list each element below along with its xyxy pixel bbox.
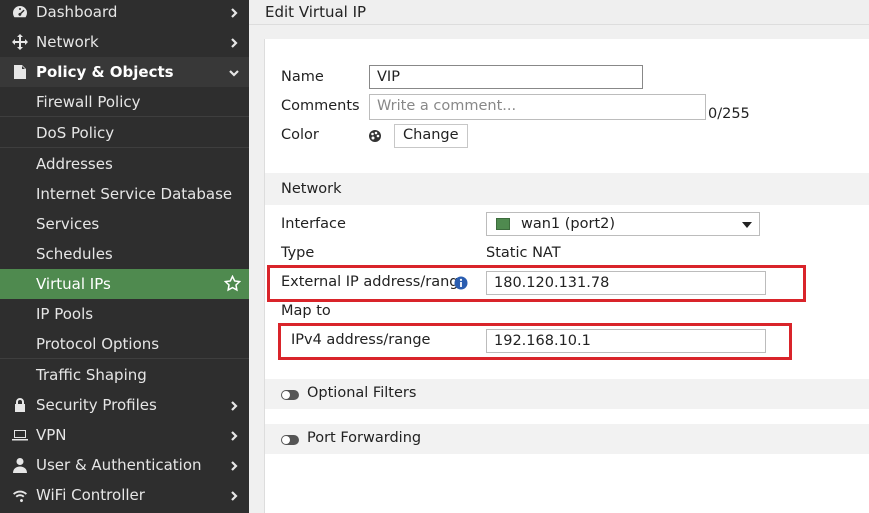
external-ip-input[interactable]: 180.120.131.78 (486, 271, 766, 295)
sidebar-item-user-authentication[interactable]: User & Authentication (0, 450, 249, 480)
network-icon (11, 33, 29, 51)
sidebar-item-ip-pools[interactable]: IP Pools (0, 299, 249, 329)
dashboard-icon (11, 3, 29, 21)
sidebar-item-internet-service-database[interactable]: Internet Service Database (0, 179, 249, 209)
sidebar-item-traffic-shaping[interactable]: Traffic Shaping (0, 360, 249, 390)
sidebar-item-firewall-policy[interactable]: Firewall Policy (0, 87, 249, 117)
sidebar-item-label: WiFi Controller (36, 486, 145, 504)
chevron-down-icon (228, 65, 240, 77)
star-icon[interactable] (223, 274, 242, 293)
sidebar-item-network[interactable]: Network (0, 27, 249, 57)
optional-filters-toggle[interactable] (281, 390, 299, 400)
sidebar-item-label: Addresses (36, 155, 113, 173)
comments-count: 0/255 (708, 106, 750, 122)
sidebar-item-label: IP Pools (36, 305, 94, 323)
color-change-button[interactable]: Change (394, 124, 468, 148)
user-icon (11, 456, 29, 474)
type-value: Static NAT (486, 245, 561, 261)
interface-label: Interface (281, 216, 346, 232)
optional-filters-section[interactable]: Optional Filters (265, 379, 869, 409)
chevron-right-icon (228, 398, 240, 411)
sidebar-item-vpn[interactable]: VPN (0, 420, 249, 450)
dropdown-caret-icon (742, 222, 752, 228)
sidebar-item-virtual-ips[interactable]: Virtual IPs (0, 269, 249, 299)
sidebar-item-schedules[interactable]: Schedules (0, 239, 249, 269)
policy-objects-icon (11, 63, 29, 81)
main-content: Edit Virtual IP Name VIP Comments Write … (249, 0, 869, 513)
page-header: Edit Virtual IP (249, 0, 869, 25)
wifi-icon (11, 486, 29, 504)
sidebar-item-services[interactable]: Services (0, 209, 249, 239)
edit-form-panel: Name VIP Comments Write a comment... 0/2… (264, 39, 869, 513)
sidebar-item-security-profiles[interactable]: Security Profiles (0, 390, 249, 420)
port-forwarding-section[interactable]: Port Forwarding (265, 424, 869, 454)
sidebar-item-dos-policy[interactable]: DoS Policy (0, 118, 249, 148)
comments-textarea[interactable]: Write a comment... (369, 94, 706, 120)
chevron-right-icon (228, 488, 240, 501)
sidebar-item-label: Policy & Objects (36, 63, 174, 81)
sidebar-item-wifi-controller[interactable]: WiFi Controller (0, 480, 249, 510)
chevron-right-icon (228, 5, 240, 18)
sidebar-item-label: Traffic Shaping (36, 366, 147, 384)
port-forwarding-label: Port Forwarding (307, 430, 422, 446)
sidebar-item-label: Network (36, 33, 99, 51)
color-label: Color (281, 127, 319, 143)
chevron-right-icon (228, 35, 240, 48)
sidebar: Dashboard Network Policy & Objects Firew… (0, 0, 249, 513)
interface-port-icon (496, 218, 510, 230)
sidebar-item-label: Schedules (36, 245, 113, 263)
optional-filters-label: Optional Filters (307, 385, 417, 401)
interface-select[interactable]: wan1 (port2) (486, 212, 760, 236)
sidebar-item-label: User & Authentication (36, 456, 202, 474)
sidebar-item-addresses[interactable]: Addresses (0, 149, 249, 179)
sidebar-item-dashboard[interactable]: Dashboard (0, 0, 249, 27)
sidebar-item-label: VPN (36, 426, 67, 444)
sidebar-item-label: Internet Service Database (36, 185, 233, 203)
sidebar-item-label: Security Profiles (36, 396, 157, 414)
type-label: Type (281, 245, 315, 261)
name-input[interactable]: VIP (369, 65, 643, 89)
comments-label: Comments (281, 98, 360, 114)
sidebar-item-policy-objects[interactable]: Policy & Objects (0, 57, 249, 87)
sidebar-item-label: Dashboard (36, 3, 118, 21)
sidebar-item-label: Services (36, 215, 100, 233)
network-section-header: Network (265, 173, 869, 205)
info-icon[interactable] (454, 275, 468, 290)
external-ip-label: External IP address/range (281, 274, 468, 290)
sidebar-item-label: Firewall Policy (36, 92, 141, 111)
color-palette-icon (368, 128, 382, 142)
ipv4-input[interactable]: 192.168.10.1 (486, 329, 766, 353)
lock-icon (11, 396, 29, 414)
ipv4-label: IPv4 address/range (291, 332, 431, 348)
name-label: Name (281, 69, 324, 85)
sidebar-item-label: Protocol Options (36, 334, 160, 353)
sidebar-item-label: Virtual IPs (36, 275, 111, 293)
chevron-right-icon (228, 428, 240, 441)
page-title: Edit Virtual IP (265, 3, 367, 21)
interface-value: wan1 (port2) (521, 216, 616, 232)
sidebar-item-protocol-options[interactable]: Protocol Options (0, 329, 249, 359)
network-section-title: Network (281, 181, 342, 197)
port-forwarding-toggle[interactable] (281, 435, 299, 445)
sidebar-item-label: DoS Policy (36, 123, 115, 142)
laptop-icon (11, 426, 29, 444)
map-to-label: Map to (281, 303, 331, 319)
chevron-right-icon (228, 458, 240, 471)
